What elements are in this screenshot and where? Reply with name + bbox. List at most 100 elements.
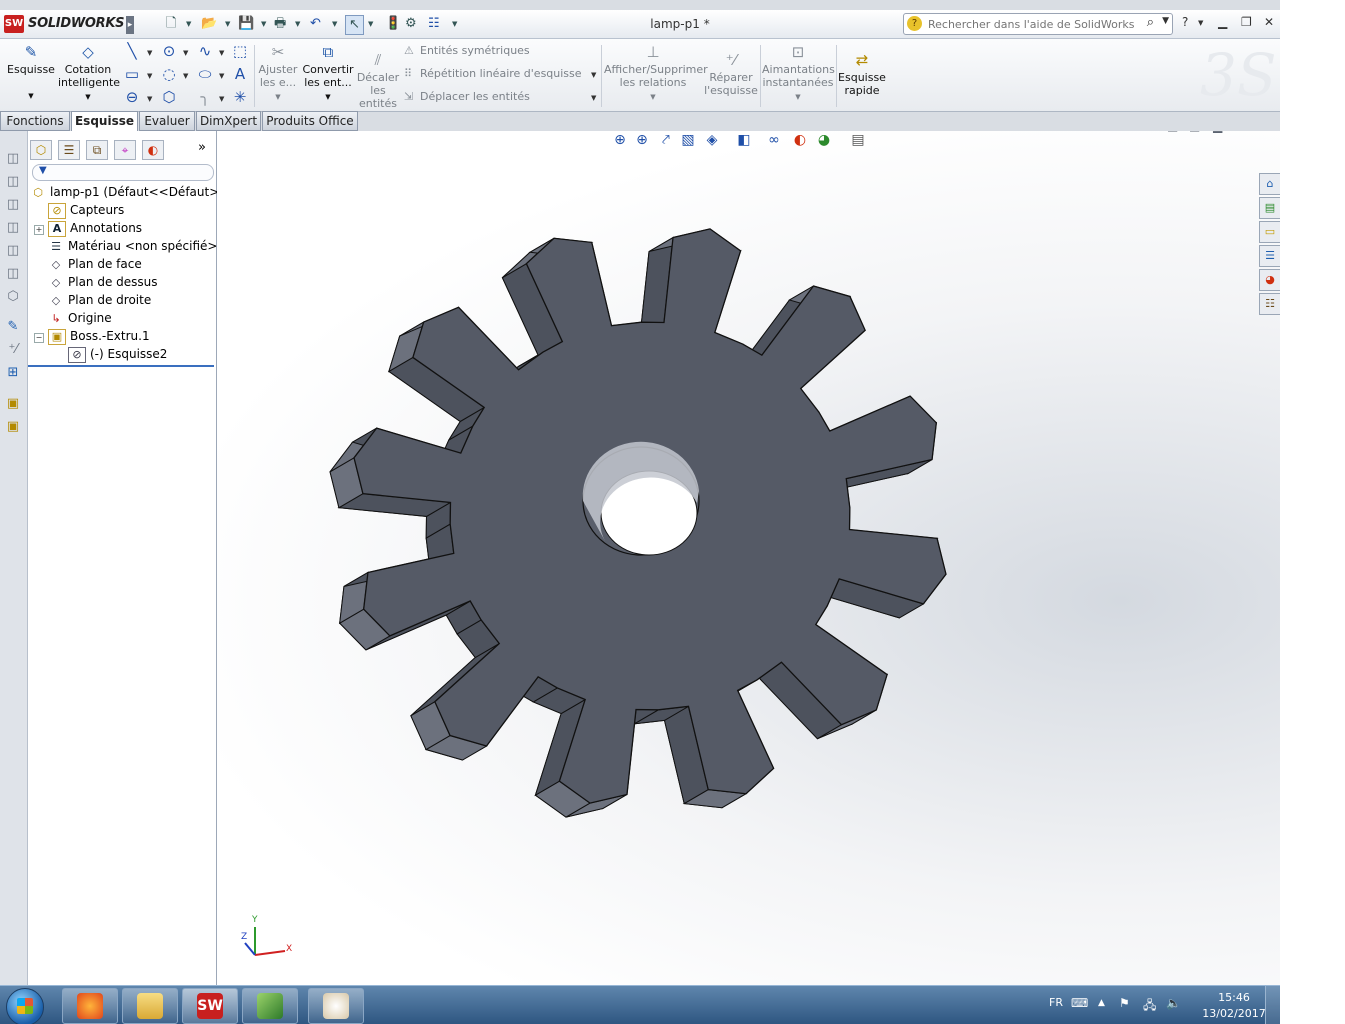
undo-dropdown-icon[interactable]: ▼ [332, 15, 337, 33]
arc-icon[interactable]: ◌ [160, 65, 178, 83]
move-dropdown-icon[interactable]: ▼ [591, 94, 596, 102]
slot-icon[interactable]: ⊖ [123, 88, 141, 106]
restore-icon[interactable]: ❐ [1241, 15, 1252, 29]
relations-dropdown-icon[interactable]: ▼ [604, 91, 702, 104]
circle-dropdown-icon[interactable]: ▼ [183, 49, 188, 57]
rollback-bar[interactable] [28, 365, 214, 367]
tab-evaluer[interactable]: Evaluer [139, 111, 195, 131]
convert-dropdown-icon[interactable]: ▼ [302, 91, 354, 104]
system-clock[interactable]: 15:46 13/02/2017 [1196, 990, 1272, 1022]
slot-dropdown-icon[interactable]: ▼ [147, 95, 152, 103]
spline-icon[interactable]: ∿ [196, 42, 214, 60]
expand-panel-icon[interactable]: » [198, 140, 206, 155]
search-icon[interactable]: ⌕ [1147, 15, 1154, 30]
rectangle-dropdown-icon[interactable]: ▼ [147, 72, 152, 80]
network-icon[interactable]: 🖧 [1143, 996, 1156, 1017]
ellipse-dropdown-icon[interactable]: ▼ [219, 72, 224, 80]
repair-sketch-button[interactable]: ⁺⁄ Réparer l'esquisse [704, 51, 758, 97]
select-dropdown-icon[interactable]: ▼ [368, 15, 373, 33]
new-document-icon[interactable]: 🗋 [166, 15, 176, 33]
file-properties-icon[interactable]: ☷ [428, 15, 440, 33]
tab-dimxpert[interactable]: DimXpert [196, 111, 261, 131]
arc-dropdown-icon[interactable]: ▼ [183, 72, 188, 80]
taskbar-solidworks[interactable]: SW [182, 988, 238, 1024]
smart-dimension-button[interactable]: ◇ Cotation intelligente ▼ [58, 43, 120, 104]
line-icon[interactable]: ╲ [123, 42, 141, 60]
propertymanager-tab-icon[interactable]: ☰ [58, 140, 80, 160]
move-entities-button[interactable]: ⇲ Déplacer les entités [404, 90, 530, 103]
print-dropdown-icon[interactable]: ▼ [295, 15, 300, 33]
back-view-icon[interactable]: ◫ [5, 174, 21, 190]
display-manager-tab-icon[interactable]: ◐ [142, 140, 164, 160]
right-view-icon[interactable]: ◫ [5, 220, 21, 236]
open-dropdown-icon[interactable]: ▼ [225, 15, 230, 33]
polygon-icon[interactable]: ⬡ [160, 88, 178, 106]
left-view-icon[interactable]: ◫ [5, 197, 21, 213]
show-desktop-button[interactable] [1265, 986, 1280, 1024]
help-dropdown-icon[interactable]: ▼ [1198, 19, 1203, 27]
show-hidden-icons-icon[interactable]: ▲ [1098, 998, 1105, 1008]
tab-esquisse[interactable]: Esquisse [71, 111, 138, 132]
block-icon[interactable]: ▣ [5, 396, 21, 412]
tree-item-materiau[interactable]: ☰ Matériau <non spécifié> [48, 237, 217, 255]
tree-filter[interactable]: ▼ [32, 164, 214, 181]
isometric-view-icon[interactable]: ⬡ [5, 289, 21, 305]
ellipse-icon[interactable]: ⬭ [196, 65, 214, 83]
line-dropdown-icon[interactable]: ▼ [147, 49, 152, 57]
layout-tool-icon[interactable]: ⊞ [5, 365, 21, 381]
search-dropdown-icon[interactable]: ▼ [1162, 16, 1169, 26]
construction-geometry-icon[interactable]: ⬚ [231, 42, 249, 60]
action-center-flag-icon[interactable]: ⚑ [1119, 996, 1130, 1010]
fillet-icon[interactable]: ╮ [196, 88, 214, 106]
expand-annotations-icon[interactable]: + [34, 225, 44, 235]
linear-pattern-button[interactable]: ⠿ Répétition linéaire d'esquisse [404, 67, 582, 80]
tree-item-esquisse2[interactable]: ⊘ (-) Esquisse2 [68, 345, 167, 363]
rapid-sketch-button[interactable]: ⇄ Esquisse rapide [838, 51, 886, 97]
display-relations-button[interactable]: ⊥ Afficher/Supprimer les relations ▼ [604, 43, 708, 104]
configurationmanager-tab-icon[interactable]: ⧉ [86, 140, 108, 160]
bottom-view-icon[interactable]: ◫ [5, 266, 21, 282]
volume-icon[interactable]: 🔈 [1166, 996, 1181, 1010]
snaps-dropdown-icon[interactable]: ▼ [762, 91, 834, 104]
front-view-icon[interactable]: ◫ [5, 151, 21, 167]
point-icon[interactable]: ✳ [231, 88, 249, 106]
save-dropdown-icon[interactable]: ▼ [261, 15, 266, 33]
help-search-input[interactable] [926, 16, 1140, 33]
collapse-boss-extrude-icon[interactable]: − [34, 333, 44, 343]
mirror-entities-button[interactable]: ⚠ Entités symétriques [404, 44, 530, 57]
tree-item-plan-de-droite[interactable]: ◇ Plan de droite [48, 291, 151, 309]
properties-dropdown-icon[interactable]: ▼ [452, 15, 457, 33]
sketch-tool-icon[interactable]: ✎ [5, 319, 21, 335]
undo-icon[interactable]: ↶ [310, 15, 321, 33]
print-icon[interactable]: 🖶 [274, 15, 286, 33]
taskbar-explorer[interactable] [122, 988, 178, 1024]
minimize-icon[interactable]: ▁ [1218, 15, 1227, 29]
save-icon[interactable]: 💾 [238, 15, 254, 33]
fillet-dropdown-icon[interactable]: ▼ [219, 95, 224, 103]
sketch-button[interactable]: ✎ Esquisse ▼ [6, 43, 56, 103]
options-icon[interactable]: ⚙ [405, 15, 417, 33]
solidworks-logo[interactable]: SW [4, 15, 24, 33]
rectangle-icon[interactable]: ▭ [123, 65, 141, 83]
help-icon[interactable]: ? [1182, 15, 1188, 29]
tree-item-plan-de-face[interactable]: ◇ Plan de face [48, 255, 142, 273]
tree-root-part[interactable]: ⬡ lamp-p1 (Défaut<<Défaut>_Et [30, 183, 237, 201]
keyboard-icon[interactable]: ⌨ [1071, 996, 1088, 1010]
pattern-dropdown-icon[interactable]: ▼ [591, 71, 596, 79]
offset-entities-button[interactable]: ⫽ Décaler les entités [356, 51, 400, 110]
trim-dropdown-icon[interactable]: ▼ [256, 91, 300, 104]
featuremanager-tab-icon[interactable]: ⬡ [30, 140, 52, 160]
taskbar-app[interactable] [242, 988, 298, 1024]
tree-item-boss-extrude[interactable]: ▣ Boss.-Extru.1 [48, 327, 150, 345]
tab-produits-office[interactable]: Produits Office [262, 111, 358, 131]
tree-item-capteurs[interactable]: ⊘ Capteurs [48, 201, 124, 219]
quick-snaps-button[interactable]: ⊡ Aimantations instantanées ▼ [762, 43, 835, 104]
menu-flyout-arrow[interactable]: ▸ [126, 16, 134, 34]
help-search-box[interactable]: ? ⌕ ▼ [903, 13, 1173, 35]
spline-dropdown-icon[interactable]: ▼ [219, 49, 224, 57]
block-insert-icon[interactable]: ▣ [5, 419, 21, 435]
convert-entities-button[interactable]: ⧉ Convertir les ent... ▼ [302, 43, 354, 104]
sketch-dropdown-icon[interactable]: ▼ [6, 90, 56, 103]
taskbar-paint[interactable] [308, 988, 364, 1024]
tree-item-annotations[interactable]: A Annotations [48, 219, 142, 237]
